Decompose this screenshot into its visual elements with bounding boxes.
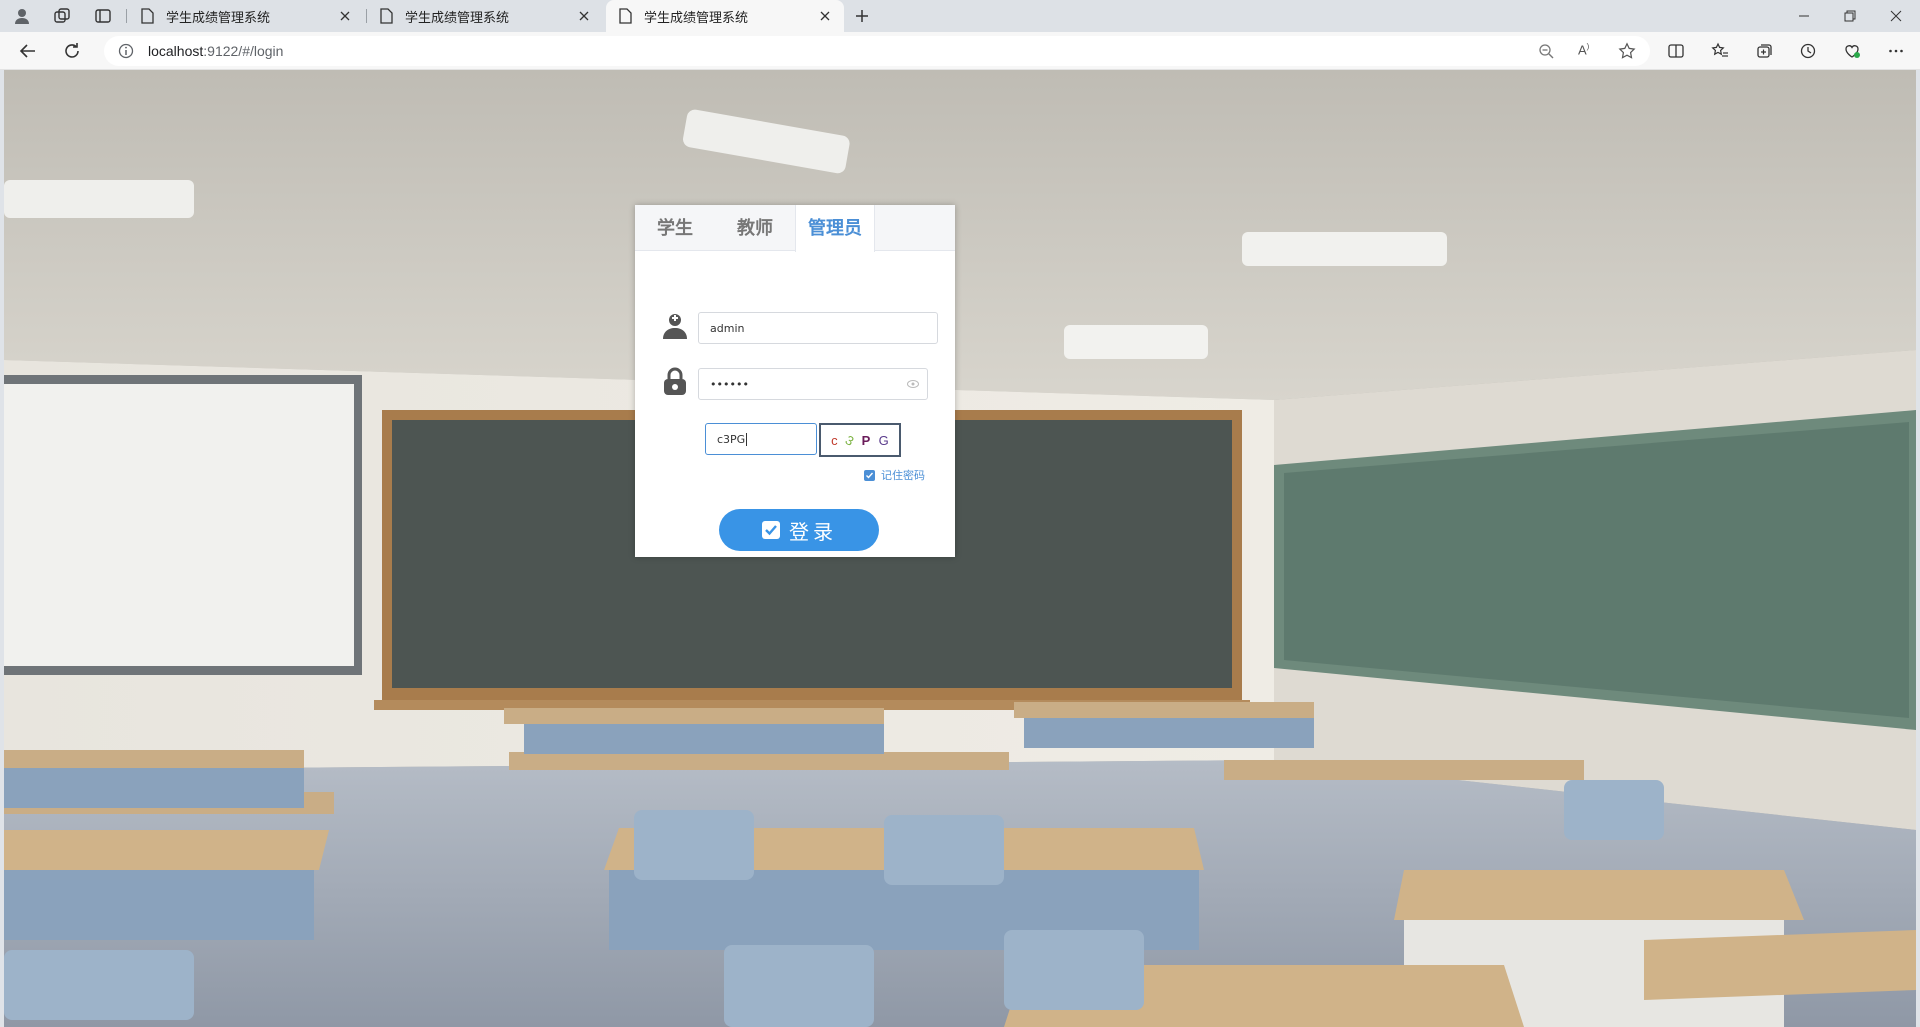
captcha-char: c: [831, 432, 838, 448]
text-caret: [746, 432, 748, 446]
close-tab-icon[interactable]: [575, 7, 593, 25]
zoom-out-icon[interactable]: [1538, 43, 1554, 64]
captcha-image[interactable]: c 3 P G: [819, 423, 901, 457]
password-input[interactable]: ••••••: [698, 368, 928, 400]
checkbox-checked-icon[interactable]: [864, 469, 875, 481]
workspaces-icon[interactable]: [50, 4, 74, 28]
favorite-star-icon[interactable]: [1618, 42, 1636, 65]
collections-icon[interactable]: [1752, 39, 1776, 63]
login-button[interactable]: 登录: [719, 509, 879, 551]
tab-actions-icon[interactable]: [91, 4, 115, 28]
tab-title: 学生成绩管理系统: [644, 9, 749, 25]
refresh-icon[interactable]: [60, 39, 84, 63]
browser-toolbar: localhost:9122/#/login A): [0, 32, 1920, 70]
new-tab-icon[interactable]: [850, 4, 874, 28]
split-screen-icon[interactable]: [1664, 39, 1688, 63]
close-window-icon[interactable]: [1873, 0, 1919, 32]
browser-tab[interactable]: 学生成绩管理系统: [128, 0, 364, 32]
page-icon: [138, 7, 156, 25]
show-password-eye-icon[interactable]: [907, 379, 919, 389]
page-icon: [377, 7, 395, 25]
login-panel: 学生 教师 管理员 admin •••••• c3PG c 3 P G 记住密码…: [635, 205, 955, 557]
login-button-label: 登录: [789, 521, 837, 544]
address-bar[interactable]: localhost:9122/#/login A): [104, 36, 1650, 66]
remember-password-label: 记住密码: [881, 470, 925, 482]
close-tab-icon[interactable]: [816, 7, 834, 25]
history-icon[interactable]: [1796, 39, 1820, 63]
restore-icon[interactable]: [1827, 0, 1873, 32]
url-text: localhost:9122/#/login: [148, 43, 284, 59]
profile-icon[interactable]: [10, 4, 34, 28]
user-icon: [663, 314, 687, 339]
classroom-background-image: [4, 70, 1916, 1027]
captcha-char: 3: [842, 431, 857, 449]
close-tab-icon[interactable]: [336, 7, 354, 25]
browser-tab-active[interactable]: 学生成绩管理系统: [606, 0, 844, 32]
check-square-icon: [762, 521, 780, 539]
remember-password-checkbox[interactable]: 记住密码: [864, 467, 925, 483]
read-aloud-icon[interactable]: A): [1578, 42, 1589, 57]
tab-title: 学生成绩管理系统: [405, 9, 510, 25]
lock-icon: [664, 367, 686, 395]
minimize-icon[interactable]: [1781, 0, 1827, 32]
page-icon: [616, 7, 634, 25]
browser-tab[interactable]: 学生成绩管理系统: [367, 0, 603, 32]
tab-admin[interactable]: 管理员: [795, 205, 875, 252]
browser-essentials-icon[interactable]: [1840, 39, 1864, 63]
page-viewport: 学生 教师 管理员 admin •••••• c3PG c 3 P G 记住密码…: [4, 70, 1916, 1027]
back-icon[interactable]: [16, 39, 40, 63]
tab-student[interactable]: 学生: [635, 205, 715, 251]
more-menu-icon[interactable]: [1884, 39, 1908, 63]
tab-teacher[interactable]: 教师: [715, 205, 795, 251]
tab-title: 学生成绩管理系统: [166, 9, 271, 25]
captcha-char: G: [878, 432, 889, 448]
favorites-icon[interactable]: [1708, 39, 1732, 63]
captcha-input[interactable]: c3PG: [705, 423, 817, 455]
site-info-icon[interactable]: [118, 43, 134, 64]
captcha-char: P: [861, 432, 871, 448]
role-tabs: 学生 教师 管理员: [635, 205, 955, 252]
browser-tab-strip: 学生成绩管理系统 学生成绩管理系统 学生成绩管理系统: [0, 0, 1920, 32]
username-input[interactable]: admin: [698, 312, 938, 344]
